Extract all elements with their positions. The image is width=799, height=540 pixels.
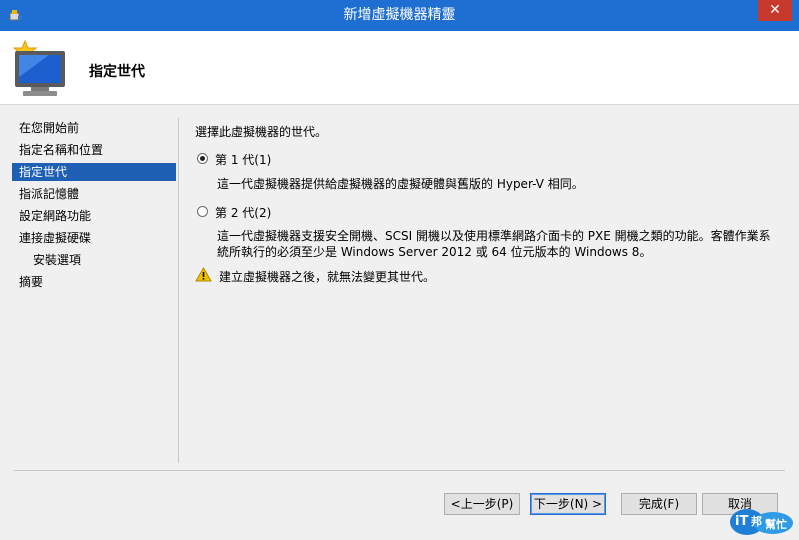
wizard-nav: 在您開始前 指定名稱和位置 指定世代 指派記憶體 設定網路功能 連接虛擬硬碟 安… [0, 105, 178, 465]
gen2-radio[interactable] [197, 206, 208, 217]
nav-item-summary[interactable]: 摘要 [12, 273, 176, 291]
new-virtual-machine-icon [12, 39, 65, 96]
logo-tag: 幫忙 [765, 518, 787, 531]
nav-item-name-location[interactable]: 指定名稱和位置 [12, 141, 176, 159]
window-title: 新增虛擬機器精靈 [343, 7, 456, 23]
page-title: 指定世代 [89, 64, 145, 80]
footer-divider [14, 470, 785, 471]
finish-button[interactable]: 完成(F) [621, 493, 697, 515]
warning-icon [195, 267, 212, 282]
title-bar: 新增虛擬機器精靈 ✕ [0, 0, 799, 31]
gen2-description-line1: 這一代虛擬機器支援安全開機、SCSI 開機以及使用標準網路介面卡的 PXE 開機… [217, 229, 771, 243]
radio-selected-dot [200, 156, 205, 161]
close-icon: ✕ [769, 2, 781, 18]
gen1-description: 這一代虛擬機器提供給虛擬機器的虛擬硬體與舊版的 Hyper-V 相同。 [217, 177, 584, 191]
logo-bang: 邦 [751, 515, 762, 528]
nav-item-memory[interactable]: 指派記憶體 [12, 185, 176, 203]
ithome-watermark-logo: iT 邦 幫忙 [729, 507, 795, 537]
logo-it: iT [735, 514, 749, 529]
vertical-divider [178, 118, 179, 463]
wizard-header: 指定世代 [0, 31, 799, 105]
gen1-radio[interactable] [197, 153, 208, 164]
close-button[interactable]: ✕ [758, 0, 792, 21]
instruction-text: 選擇此虛擬機器的世代。 [195, 125, 328, 139]
nav-item-install-options[interactable]: 安裝選項 [12, 251, 176, 269]
nav-item-generation[interactable]: 指定世代 [12, 163, 176, 181]
previous-button[interactable]: <上一步(P) [444, 493, 520, 515]
gen2-label[interactable]: 第 2 代(2) [215, 204, 271, 221]
warning-text: 建立虛擬機器之後，就無法變更其世代。 [219, 270, 436, 284]
nav-item-networking[interactable]: 設定網路功能 [12, 207, 176, 225]
gen2-description-line2: 統所執行的必須至少是 Windows Server 2012 或 64 位元版本… [217, 245, 652, 259]
next-button[interactable]: 下一步(N) > [530, 493, 606, 515]
nav-item-virtual-disk[interactable]: 連接虛擬硬碟 [12, 229, 176, 247]
gen1-label[interactable]: 第 1 代(1) [215, 151, 271, 168]
nav-item-before-you-begin[interactable]: 在您開始前 [12, 119, 176, 137]
